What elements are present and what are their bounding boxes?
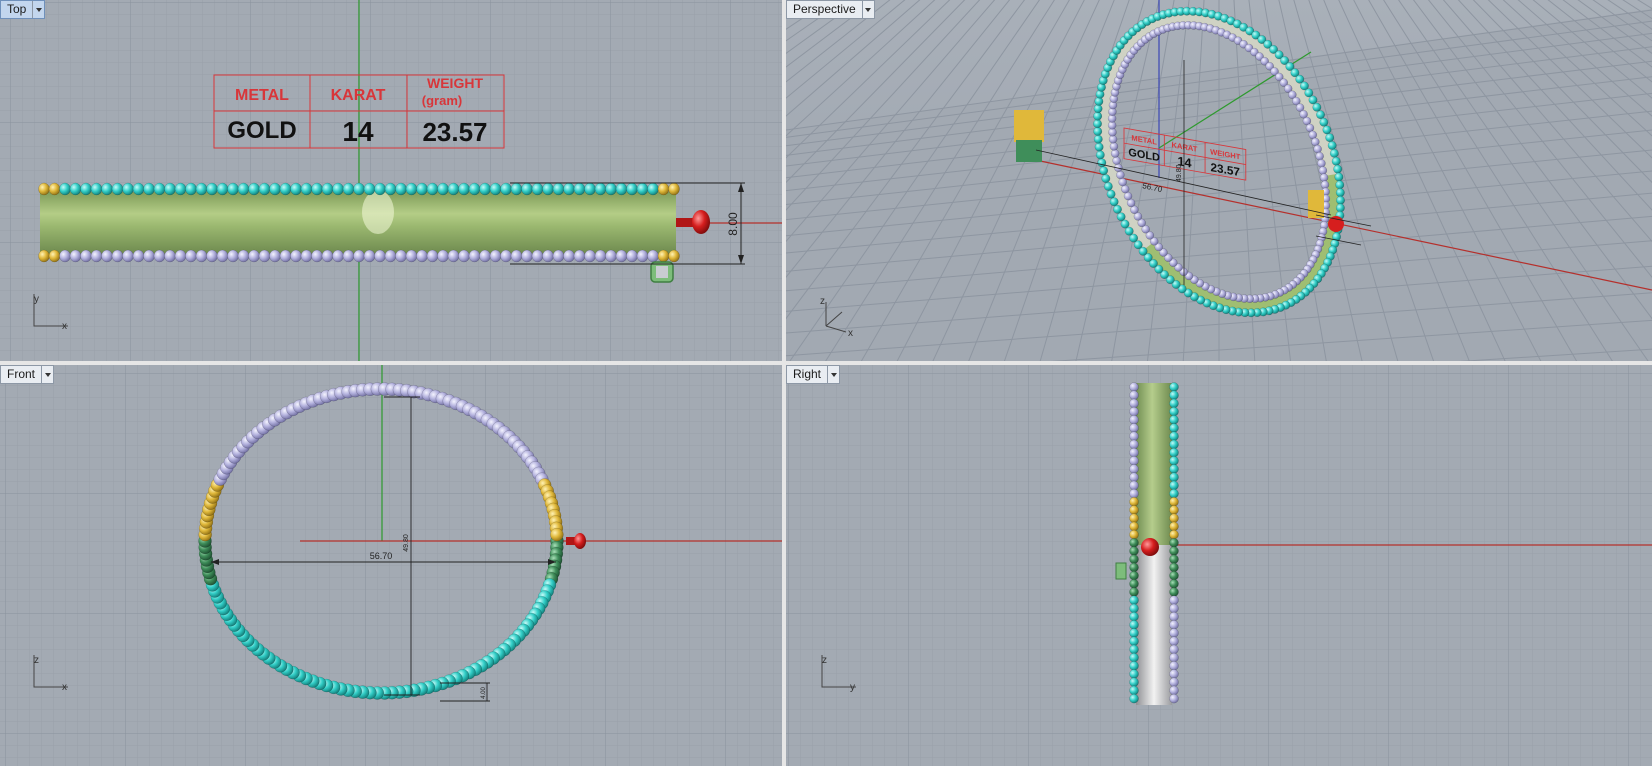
diameter-v-dimension-text: 49.80 (403, 534, 410, 552)
viewport-perspective[interactable]: METAL KARAT WEIGHT GOLD 14 23.57 56.70 4… (786, 0, 1652, 361)
table-value-karat: 14 (342, 116, 374, 147)
viewport-front-canvas[interactable]: 56.70 49.80 4.00 (0, 365, 782, 766)
svg-text:z: z (34, 655, 39, 666)
clasp-hinge[interactable] (650, 261, 674, 283)
viewport-tab-front-label[interactable]: Front (1, 366, 41, 383)
viewport-top-canvas[interactable]: 8.00 METAL KARAT WEIGHT (gram) GOLD 14 2… (0, 0, 782, 361)
table-value-weight: 23.57 (422, 117, 487, 147)
axis-indicator-icon: z x (33, 655, 68, 693)
axis-indicator-icon: z x (820, 296, 853, 338)
viewport-tab-top[interactable]: Top (0, 0, 46, 19)
axis-indicator-icon: z y (821, 655, 856, 693)
svg-text:y: y (34, 294, 39, 305)
svg-text:x: x (62, 321, 67, 332)
ring-band[interactable] (40, 192, 676, 254)
svg-text:y: y (850, 682, 855, 693)
svg-text:x: x (62, 682, 67, 693)
axis-indicator-icon: y x (33, 294, 68, 332)
bead-row-upper[interactable] (38, 182, 680, 196)
svg-text:49.80: 49.80 (1176, 164, 1183, 182)
svg-text:z: z (820, 296, 825, 307)
viewport-menu-arrow-icon[interactable] (861, 1, 874, 18)
viewport-tab-right[interactable]: Right (786, 365, 841, 384)
viewport-tab-top-label[interactable]: Top (1, 1, 32, 18)
viewport-menu-arrow-icon[interactable] (41, 366, 53, 383)
svg-text:z: z (822, 655, 827, 666)
bead-row-lower[interactable] (38, 249, 680, 263)
viewport-tab-right-label[interactable]: Right (787, 366, 827, 383)
diameter-h-dimension-text: 56.70 (370, 551, 393, 561)
viewport-tab-perspective[interactable]: Perspective (786, 0, 875, 19)
table-header-weight: WEIGHT (427, 75, 483, 91)
viewport-right-canvas[interactable] (786, 365, 1652, 766)
svg-text:4.00: 4.00 (481, 687, 487, 699)
viewport-top[interactable]: 8.00 METAL KARAT WEIGHT (gram) GOLD 14 2… (0, 0, 782, 361)
viewport-front[interactable]: 56.70 49.80 4.00 Front z x (0, 365, 782, 766)
viewport-menu-arrow-icon[interactable] (827, 366, 839, 383)
viewport-right[interactable]: Right z y (786, 365, 1652, 766)
viewport-tab-front[interactable]: Front (0, 365, 55, 384)
viewport-tab-perspective-label[interactable]: Perspective (787, 1, 862, 18)
svg-text:x: x (848, 328, 853, 338)
width-dimension-text: 8.00 (726, 212, 740, 236)
table-header-metal: METAL (235, 87, 289, 104)
table-value-metal: GOLD (227, 117, 296, 144)
table-header-karat: KARAT (331, 87, 386, 104)
table-header-unit: (gram) (422, 93, 462, 108)
viewport-menu-arrow-icon[interactable] (32, 1, 44, 18)
viewport-perspective-canvas[interactable]: METAL KARAT WEIGHT GOLD 14 23.57 56.70 4… (786, 0, 1652, 361)
